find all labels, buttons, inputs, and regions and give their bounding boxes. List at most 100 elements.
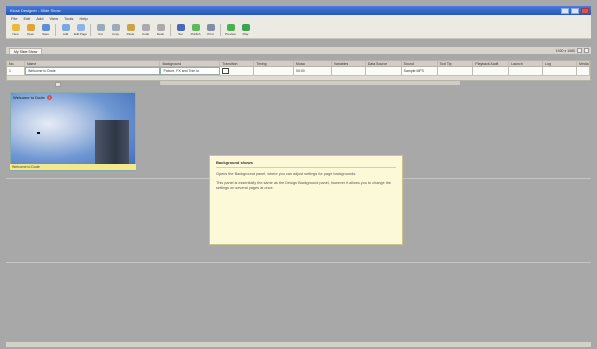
horizontal-scrollbar[interactable] xyxy=(160,81,460,85)
set-label: Set xyxy=(178,32,183,36)
tooltip-paragraph: This panel is essentially the same as th… xyxy=(216,181,391,190)
divider xyxy=(6,262,591,263)
cell-transition[interactable] xyxy=(220,67,255,75)
copy-label: Copy xyxy=(111,32,119,36)
toolbar-separator xyxy=(90,24,91,36)
cell-log[interactable] xyxy=(543,67,578,75)
column-header[interactable]: Transition xyxy=(220,61,255,66)
cell-sound[interactable]: Sample.MP3 xyxy=(401,67,438,75)
print-label: Print xyxy=(207,32,214,36)
minimize-button[interactable] xyxy=(561,7,569,14)
slide-caption[interactable]: Welcome to Dude xyxy=(10,164,136,170)
column-header[interactable]: Sound xyxy=(402,61,438,66)
document-tabs: My Slide Show xyxy=(6,47,591,54)
set-button[interactable]: Set xyxy=(174,24,187,36)
close-button[interactable] xyxy=(581,7,589,14)
new-button[interactable]: New xyxy=(9,24,22,36)
tab-slide-show[interactable]: My Slide Show xyxy=(9,48,43,54)
column-header[interactable]: Variables xyxy=(332,61,366,66)
transition-preview-icon xyxy=(222,68,230,74)
zoom-in-button[interactable] xyxy=(584,48,589,53)
new-icon xyxy=(11,24,20,31)
edit-page-icon xyxy=(76,24,85,31)
cell-data-source[interactable] xyxy=(365,67,402,75)
tooltip-paragraph: Opens the Background panel, where you ca… xyxy=(216,172,357,176)
edit-page-label: Edit Page xyxy=(74,32,88,36)
column-header[interactable]: Background xyxy=(160,61,221,66)
slide-title: Welcome to Dude ! xyxy=(13,95,52,100)
copy-button[interactable]: Copy xyxy=(109,24,122,36)
slide-property-grid: No. Name Background Transition Timing Mu… xyxy=(6,60,591,81)
cell-timing[interactable] xyxy=(254,67,294,75)
cell-playback-audit[interactable] xyxy=(473,67,510,75)
menu-view[interactable]: View xyxy=(49,16,58,21)
column-header[interactable]: No. xyxy=(7,61,25,66)
tooltip-title: Background shows xyxy=(216,160,396,168)
resolution-label: 1920 x 1080 xyxy=(555,48,575,53)
save-button[interactable]: Save xyxy=(39,24,52,36)
column-header[interactable]: Music xyxy=(294,61,332,66)
cut-icon xyxy=(96,24,105,31)
open-label: Open xyxy=(26,32,35,36)
paste-button[interactable]: Paste xyxy=(124,24,137,36)
add-button[interactable]: Add xyxy=(59,24,72,36)
cell-launch[interactable] xyxy=(509,67,544,75)
open-button[interactable]: Open xyxy=(24,24,37,36)
toolbar-separator xyxy=(170,24,171,36)
cut-button[interactable]: Cut xyxy=(94,24,107,36)
add-label: Add xyxy=(62,32,69,36)
maximize-button[interactable] xyxy=(571,7,579,14)
menu-edit[interactable]: Edit xyxy=(23,16,30,21)
menu-tools[interactable]: Tools xyxy=(64,16,73,21)
column-header[interactable]: Playback Audit xyxy=(473,61,510,66)
cell-background[interactable]: Picture, FX and Trim to xyxy=(160,67,221,75)
menu-add[interactable]: Add xyxy=(36,16,43,21)
row-expander-icon[interactable] xyxy=(55,82,61,87)
print-button[interactable]: Print xyxy=(204,24,217,36)
open-icon xyxy=(26,24,35,31)
paste-label: Paste xyxy=(126,32,135,36)
publish-button[interactable]: Publish xyxy=(189,24,202,36)
preview-icon xyxy=(226,24,235,31)
table-row[interactable]: 1 Welcome to Dude Picture, FX and Trim t… xyxy=(7,67,591,76)
cell-media[interactable] xyxy=(577,67,591,75)
redo-button[interactable]: Redo xyxy=(154,24,167,36)
bird-shape xyxy=(37,132,40,134)
zoom-out-button[interactable] xyxy=(577,48,582,53)
column-header[interactable]: Data Source xyxy=(366,61,402,66)
window-controls xyxy=(561,7,591,14)
column-header[interactable]: Timing xyxy=(254,61,294,66)
toolbar-separator xyxy=(55,24,56,36)
publish-icon xyxy=(191,24,200,31)
slide-badge-icon: ! xyxy=(46,95,52,100)
play-label: Play xyxy=(242,32,249,36)
menu-file[interactable]: File xyxy=(11,16,17,21)
cell-music[interactable]: 00:00 xyxy=(294,67,332,75)
play-icon xyxy=(241,24,250,31)
zoom-control: 1920 x 1080 xyxy=(556,48,589,53)
slide-thumbnail[interactable]: Welcome to Dude ! xyxy=(10,92,136,171)
column-header[interactable]: Launch xyxy=(509,61,544,66)
redo-label: Redo xyxy=(156,32,165,36)
main-toolbar: New Open Save Add Edit Page Cut Copy Pas… xyxy=(6,22,591,39)
settings-icon xyxy=(176,24,185,31)
preview-label: Preview xyxy=(225,32,236,36)
slide-title-text: Welcome to Dude xyxy=(13,95,45,100)
undo-button[interactable]: Undo xyxy=(139,24,152,36)
column-header[interactable]: Log xyxy=(543,61,578,66)
cut-label: Cut xyxy=(98,32,103,36)
print-icon xyxy=(206,24,215,31)
edit-page-button[interactable]: Edit Page xyxy=(74,24,87,36)
menu-help[interactable]: Help xyxy=(79,16,87,21)
cell-variables[interactable] xyxy=(331,67,366,75)
column-header[interactable]: Media xyxy=(577,61,591,66)
column-header[interactable]: Tool Tip xyxy=(438,61,474,66)
column-header[interactable]: Name xyxy=(25,61,161,66)
cell-tooltip[interactable] xyxy=(437,67,474,75)
play-button[interactable]: Play xyxy=(239,24,252,36)
cell-name[interactable]: Welcome to Dude xyxy=(24,67,161,75)
toolbar-separator xyxy=(220,24,221,36)
preview-button[interactable]: Preview xyxy=(224,24,237,36)
new-label: New xyxy=(12,32,19,36)
window-title: Kiosk Designer - Slide Show xyxy=(10,8,61,13)
